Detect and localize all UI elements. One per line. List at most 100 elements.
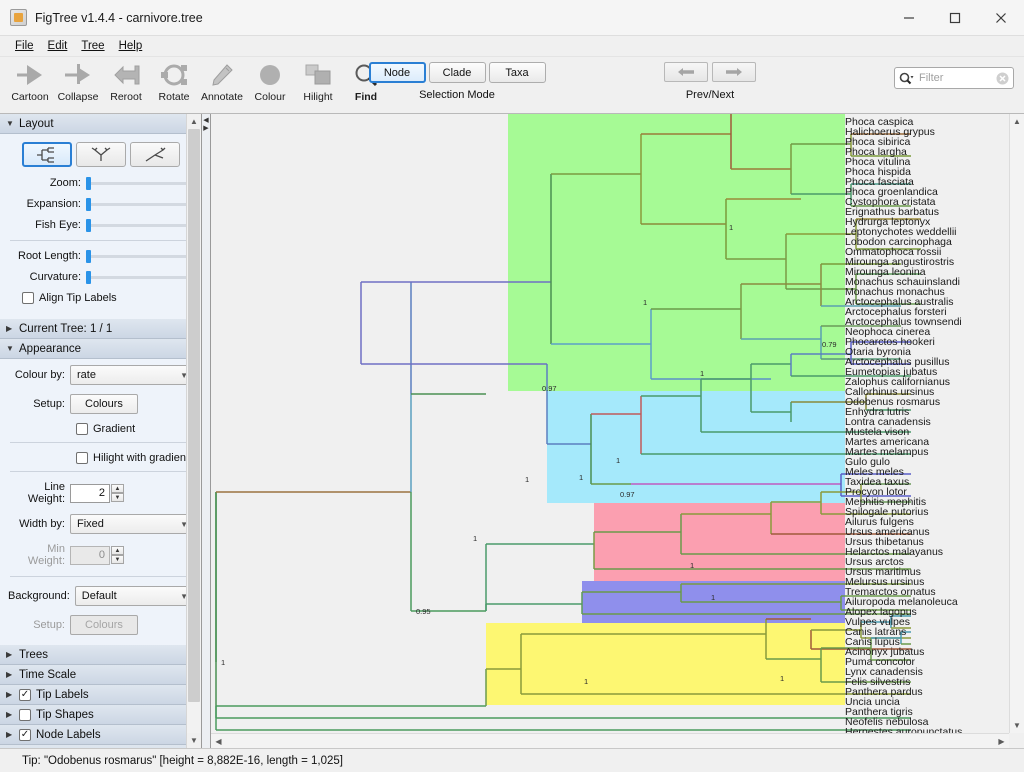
scroll-down-icon[interactable]: ▼ — [1010, 718, 1024, 733]
filter-field[interactable]: Filter — [894, 67, 1014, 89]
align-tip-labels-checkbox[interactable] — [22, 292, 34, 304]
expansion-slider-thumb[interactable] — [86, 197, 91, 211]
chevron-down-icon: ▼ — [6, 119, 14, 128]
selection-mode-node[interactable]: Node — [368, 62, 426, 83]
background-select[interactable]: Default ▼ — [74, 586, 193, 606]
clear-icon[interactable] — [996, 72, 1009, 85]
curvature-slider[interactable] — [86, 270, 193, 284]
min-weight-down-icon: ▼ — [111, 555, 124, 564]
tree-canvas[interactable]: 1 0.95 1 0.97 1 1 1 0.97 1 1 1 0.79 1 1 — [211, 114, 1024, 748]
menu-help[interactable]: Help — [112, 38, 150, 54]
sidebar-scrollbar[interactable]: ▲ ▼ — [186, 114, 201, 748]
node-labels-checkbox[interactable] — [19, 728, 31, 741]
colour-by-row: Colour by: rate ▼ — [8, 365, 193, 385]
colour-by-select[interactable]: rate ▼ — [70, 365, 193, 385]
hilight-gradient-row[interactable]: Hilight with gradient — [8, 452, 193, 464]
fisheye-slider[interactable] — [86, 218, 193, 232]
min-weight-row: Min Weight: 0 ▲ ▼ — [8, 543, 193, 567]
reroot-button[interactable]: Reroot — [102, 57, 150, 103]
node-label: 1 — [690, 561, 694, 570]
section-header-trees[interactable]: ▶ Trees ⇩ — [0, 645, 201, 665]
scroll-up-icon[interactable]: ▲ — [1010, 114, 1024, 129]
root-length-slider-thumb[interactable] — [86, 249, 91, 263]
tree-view[interactable]: 1 0.95 1 0.97 1 1 1 0.97 1 1 1 0.79 1 1 — [211, 114, 1024, 748]
gradient-row[interactable]: Gradient — [8, 423, 193, 435]
curvature-slider-thumb[interactable] — [86, 270, 91, 284]
section-header-appearance[interactable]: ▼ Appearance ⇩ — [0, 339, 201, 359]
collapse-button[interactable]: Collapse — [54, 57, 102, 103]
node-label: 0.97 — [620, 490, 635, 499]
layout-radial-button[interactable] — [129, 142, 180, 167]
chevron-right-icon: ▶ — [6, 710, 13, 719]
figtree-window: FigTree v1.4.4 - carnivore.tree File Edi… — [0, 0, 1024, 772]
selection-mode-clade[interactable]: Clade — [428, 62, 486, 83]
section-header-time-scale[interactable]: ▶ Time Scale ⇩ — [0, 665, 201, 685]
menu-file[interactable]: File — [8, 38, 41, 54]
scroll-right-icon[interactable]: ▶ — [994, 734, 1009, 748]
section-title-layout: Layout — [19, 117, 54, 130]
hilight-gradient-label: Hilight with gradient — [93, 452, 189, 464]
line-weight-up-icon[interactable]: ▲ — [111, 484, 124, 493]
scroll-left-icon[interactable]: ◀ — [211, 734, 226, 748]
section-header-node-labels[interactable]: ▶ Node Labels ⇩ — [0, 725, 201, 745]
close-icon[interactable] — [978, 0, 1024, 36]
line-weight-arrows: ▲ ▼ — [111, 484, 124, 502]
tip-shapes-checkbox[interactable] — [19, 708, 31, 721]
splitter-collapse-left-icon[interactable]: ◀ — [203, 117, 208, 125]
rotate-button[interactable]: Rotate — [150, 57, 198, 103]
panel-splitter[interactable]: ◀ ▶ — [202, 114, 211, 748]
menu-tree-label: Tree — [81, 40, 105, 52]
title-bar: FigTree v1.4.4 - carnivore.tree — [0, 0, 1024, 36]
section-header-node-shapes[interactable]: ▶ Node Shapes ⇩ — [0, 745, 201, 748]
colour-setup-button[interactable]: Colours — [70, 394, 138, 414]
section-header-tip-labels[interactable]: ▶ Tip Labels ⇩ — [0, 685, 201, 705]
annotate-button[interactable]: Annotate — [198, 57, 246, 103]
magnifier-icon[interactable] — [899, 72, 914, 85]
fisheye-label: Fish Eye: — [35, 219, 81, 231]
menu-help-label: Help — [118, 40, 143, 52]
layout-polar-button[interactable] — [75, 142, 126, 167]
menu-edit[interactable]: Edit — [41, 38, 75, 54]
zoom-slider-thumb[interactable] — [86, 176, 91, 190]
chevron-right-icon: ▶ — [6, 650, 13, 659]
section-title-trees: Trees — [19, 648, 48, 661]
expansion-slider[interactable] — [86, 197, 193, 211]
sidebar-scrollbar-thumb[interactable] — [188, 129, 200, 702]
selection-mode-taxa[interactable]: Taxa — [488, 62, 546, 83]
line-weight-value[interactable]: 2 — [70, 483, 110, 503]
root-length-slider[interactable] — [86, 249, 193, 263]
prev-button[interactable] — [664, 62, 708, 82]
tree-horizontal-scrollbar[interactable]: ◀ ▶ — [211, 733, 1009, 748]
width-by-select[interactable]: Fixed ▼ — [70, 514, 193, 534]
section-header-current-tree[interactable]: ▶ Current Tree: 1 / 1 ⇩ — [0, 319, 201, 339]
fisheye-slider-thumb[interactable] — [86, 218, 91, 232]
layout-rectangular-button[interactable] — [21, 142, 72, 167]
tree-vertical-scrollbar[interactable]: ▲ ▼ — [1009, 114, 1024, 733]
section-header-layout[interactable]: ▼ Layout ⇩ — [0, 114, 201, 134]
next-button[interactable] — [712, 62, 756, 82]
colour-button[interactable]: Colour — [246, 57, 294, 103]
phylogeny-svg[interactable]: 1 0.95 1 0.97 1 1 1 0.97 1 1 1 0.79 1 1 — [211, 114, 1011, 748]
line-weight-stepper[interactable]: 2 ▲ ▼ — [70, 483, 124, 503]
scroll-up-icon[interactable]: ▲ — [187, 114, 201, 129]
hilight-button[interactable]: Hilight — [294, 57, 342, 103]
tip-labels-checkbox[interactable] — [19, 688, 31, 701]
cartoon-icon — [15, 59, 45, 91]
cartoon-button[interactable]: Cartoon — [6, 57, 54, 103]
align-tip-labels-row[interactable]: Align Tip Labels — [8, 292, 193, 304]
scroll-down-icon[interactable]: ▼ — [187, 733, 201, 748]
section-header-tip-shapes[interactable]: ▶ Tip Shapes ⇩ — [0, 705, 201, 725]
minimize-icon[interactable] — [886, 0, 932, 36]
chevron-right-icon: ▶ — [6, 730, 13, 739]
gradient-checkbox[interactable] — [76, 423, 88, 435]
hilight-gradient-checkbox[interactable] — [76, 452, 88, 464]
background-row: Background: Default ▼ — [8, 586, 193, 606]
splitter-collapse-right-icon[interactable]: ▶ — [203, 125, 208, 133]
maximize-icon[interactable] — [932, 0, 978, 36]
zoom-slider[interactable] — [86, 176, 193, 190]
appearance-divider-3 — [10, 576, 191, 577]
colour-setup-label: Setup: — [33, 398, 65, 410]
toolbar-buttons: Cartoon Collapse Reroot Rotate Annotate … — [0, 57, 390, 103]
menu-tree[interactable]: Tree — [74, 38, 111, 54]
line-weight-down-icon[interactable]: ▼ — [111, 493, 124, 502]
